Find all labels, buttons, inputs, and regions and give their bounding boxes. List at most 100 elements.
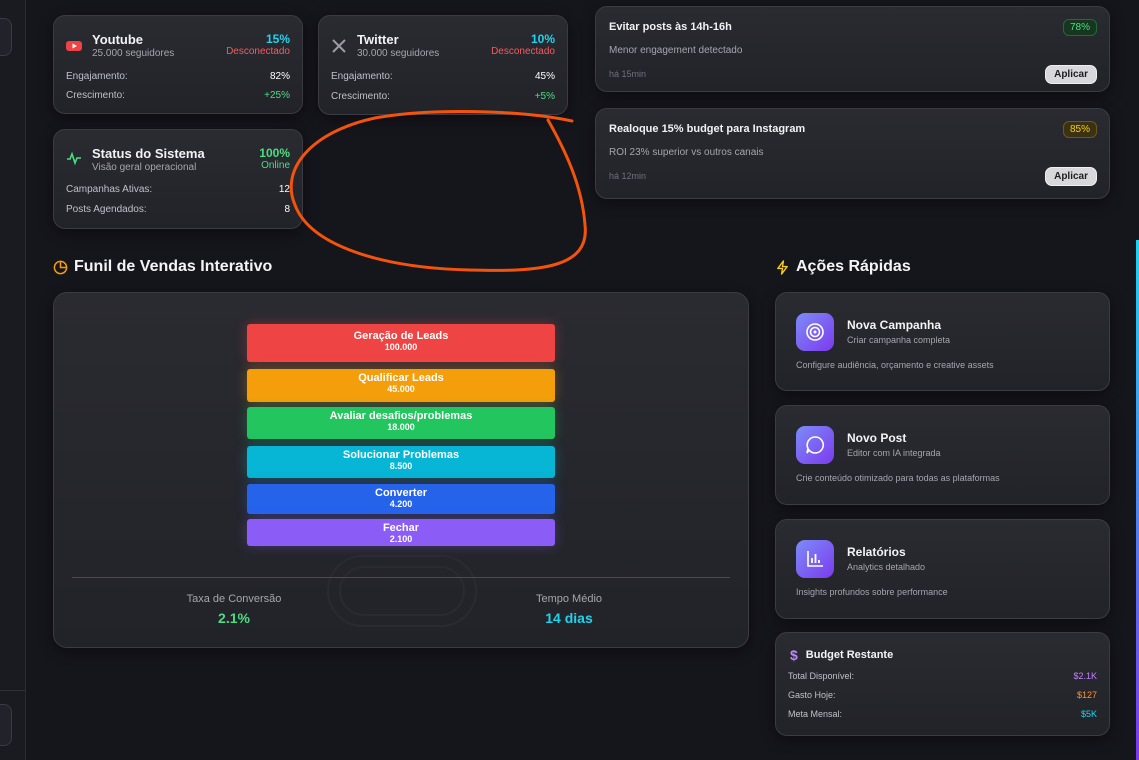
budget-row: Total Disponível: $2.1K (788, 671, 1097, 681)
conversion-value: 2.1% (218, 610, 250, 626)
sidebar-divider (0, 690, 26, 691)
action-desc: Configure audiência, orçamento e creativ… (796, 360, 994, 370)
twitter-growth-row: Crescimento: +5% (331, 91, 555, 102)
action-subtitle: Editor com IA integrada (847, 448, 941, 458)
twitter-status: Desconectado (491, 46, 555, 57)
twitter-card[interactable]: Twitter 30.000 seguidores 10% Desconecta… (318, 15, 568, 115)
recommendation-title: Realoque 15% budget para Instagram (609, 123, 806, 135)
funnel-stage-label: Fechar (382, 522, 420, 534)
funnel-stage-value: 100.000 (384, 342, 418, 352)
recommendation-card: Realoque 15% budget para Instagram ROI 2… (595, 108, 1110, 199)
growth-label: Crescimento: (331, 91, 390, 102)
twitter-engagement-row: Engajamento: 45% (331, 71, 555, 82)
funnel-stage-value: 4.200 (389, 499, 413, 509)
funnel-section-title: Funil de Vendas Interativo (53, 258, 272, 276)
funnel-stage[interactable]: Converter 4.200 (247, 484, 555, 514)
engagement-label: Engajamento: (331, 71, 393, 82)
budget-value: $5K (1080, 709, 1097, 719)
quick-actions-title: Ações Rápidas (775, 258, 911, 276)
youtube-icon (66, 41, 82, 51)
growth-label: Crescimento: (66, 90, 125, 101)
annotation-circle (289, 110, 587, 272)
active-campaigns-value: 12 (278, 184, 290, 195)
budget-label: Gasto Hoje: (788, 690, 836, 700)
quick-actions-title-text: Ações Rápidas (796, 258, 911, 275)
funnel-stage[interactable]: Avaliar desafios/problemas 18.000 (247, 407, 555, 439)
confidence-badge: 78% (1062, 19, 1097, 36)
youtube-percent: 15% (265, 32, 290, 46)
dollar-icon: $ (790, 647, 798, 663)
funnel-stage-label: Solucionar Problemas (342, 449, 460, 461)
scheduled-posts-value: 8 (284, 204, 290, 215)
budget-value: $2.1K (1073, 671, 1097, 681)
recommendation-card: Evitar posts às 14h-16h Menor engagement… (595, 6, 1110, 92)
action-subtitle: Analytics detalhado (847, 562, 926, 572)
funnel-stage-label: Qualificar Leads (358, 372, 444, 384)
system-subtitle: Visão geral operacional (92, 162, 197, 173)
twitter-percent: 10% (530, 32, 555, 46)
budget-value: $127 (1076, 690, 1097, 700)
new-post-card[interactable]: Novo Post Editor com IA integrada Crie c… (775, 405, 1110, 505)
active-campaigns-label: Campanhas Ativas: (66, 184, 153, 195)
avg-time-label: Tempo Médio (535, 593, 603, 605)
funnel-stage-value: 18.000 (387, 422, 415, 432)
action-subtitle: Criar campanha completa (847, 335, 951, 345)
sidebar-tab-bottom[interactable] (0, 704, 12, 746)
youtube-growth-row: Crescimento: +25% (66, 90, 290, 101)
youtube-engagement-row: Engajamento: 82% (66, 71, 290, 82)
engagement-value: 45% (534, 71, 555, 82)
system-status: Online (261, 160, 290, 171)
left-sidebar (0, 0, 26, 760)
budget-row: Gasto Hoje: $127 (788, 690, 1097, 700)
recommendation-desc: ROI 23% superior vs outros canais (609, 147, 764, 158)
youtube-status: Desconectado (226, 46, 290, 57)
funnel-stage-value: 2.100 (389, 534, 413, 544)
apply-button[interactable]: Aplicar (1045, 167, 1097, 186)
recommendation-desc: Menor engagement detectado (609, 45, 743, 56)
budget-label: Total Disponível: (788, 671, 855, 681)
system-title: Status do Sistema (92, 146, 205, 161)
recommendation-time: há 12min (609, 171, 647, 181)
system-percent: 100% (259, 146, 290, 160)
funnel-stage[interactable]: Solucionar Problemas 8.500 (247, 446, 555, 478)
funnel-stage[interactable]: Qualificar Leads 45.000 (247, 369, 555, 402)
new-campaign-card[interactable]: Nova Campanha Criar campanha completa Co… (775, 292, 1110, 391)
avg-time-value: 14 dias (545, 610, 593, 626)
twitter-followers: 30.000 seguidores (357, 48, 440, 59)
action-desc: Insights profundos sobre performance (796, 587, 948, 597)
funnel-stage-value: 45.000 (387, 384, 415, 394)
youtube-name: Youtube (92, 32, 144, 47)
active-campaigns-row: Campanhas Ativas: 12 (66, 184, 290, 195)
reports-card[interactable]: Relatórios Analytics detalhado Insights … (775, 519, 1110, 619)
engagement-value: 82% (269, 71, 290, 82)
funnel-stage-value: 8.500 (389, 461, 413, 471)
activity-pulse-icon (67, 151, 81, 166)
action-title: Relatórios (847, 545, 906, 559)
recommendation-time: há 15min (609, 69, 647, 79)
target-icon (796, 313, 834, 351)
funnel-stage[interactable]: Geração de Leads 100.000 (247, 324, 555, 362)
budget-title: Budget Restante (805, 649, 894, 661)
funnel-stage[interactable]: Fechar 2.100 (247, 519, 555, 546)
funnel-stage-label: Avaliar desafios/problemas (329, 410, 473, 422)
funnel-divider (72, 577, 730, 578)
decorative-ring-inner (339, 566, 465, 616)
sidebar-tab-top[interactable] (0, 18, 12, 56)
youtube-card[interactable]: Youtube 25.000 seguidores 15% Desconecta… (53, 15, 303, 114)
growth-value: +5% (534, 91, 555, 102)
system-status-card[interactable]: Status do Sistema Visão geral operaciona… (53, 129, 303, 229)
lightning-icon (777, 259, 788, 275)
funnel-title-text: Funil de Vendas Interativo (74, 258, 273, 275)
bar-chart-icon (796, 540, 834, 578)
scheduled-posts-label: Posts Agendados: (66, 204, 147, 215)
engagement-label: Engajamento: (66, 71, 128, 82)
funnel-stage-label: Geração de Leads (353, 330, 449, 342)
youtube-followers: 25.000 seguidores (92, 48, 175, 59)
action-title: Nova Campanha (847, 318, 942, 332)
recommendation-title: Evitar posts às 14h-16h (609, 21, 732, 33)
x-logo-icon (332, 39, 346, 53)
conversion-label: Taxa de Conversão (186, 593, 282, 605)
apply-button[interactable]: Aplicar (1045, 65, 1097, 84)
chat-bubble-icon (796, 426, 834, 464)
growth-value: +25% (264, 90, 290, 101)
